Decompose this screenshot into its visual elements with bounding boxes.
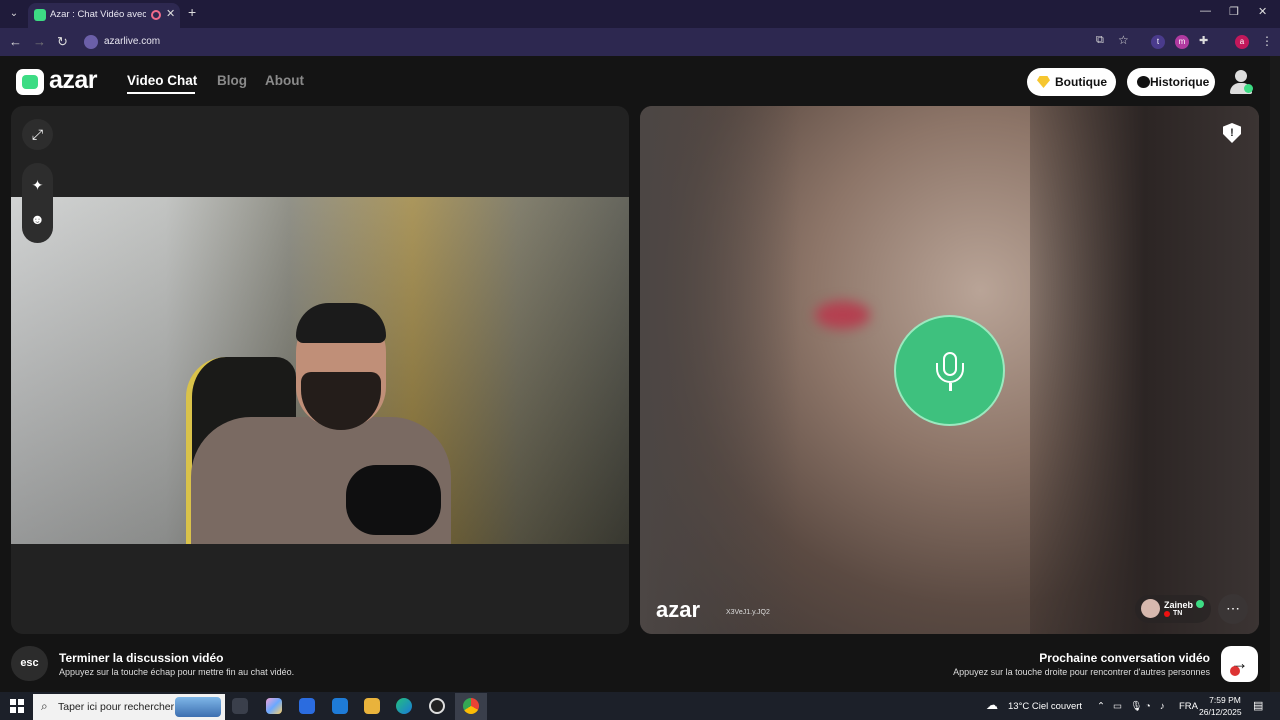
browser-tab-bar: ⌄ Azar : Chat Vidéo avec de n ✕ + — ❐ ✕ bbox=[0, 0, 1280, 28]
azar-logo-icon[interactable] bbox=[16, 69, 44, 95]
country-flag-icon bbox=[1164, 611, 1170, 617]
peer-info-chip[interactable]: Zaineb TN bbox=[1135, 595, 1211, 623]
tab-title: Azar : Chat Vidéo avec de n bbox=[50, 9, 146, 20]
bookmark-star-icon[interactable]: ☆ bbox=[1118, 33, 1129, 47]
nav-blog[interactable]: Blog bbox=[217, 73, 247, 88]
back-icon[interactable]: ← bbox=[9, 34, 22, 49]
taskbar-search[interactable]: ⌕ Taper ici pour rechercher bbox=[33, 694, 225, 720]
next-arrow-button[interactable]: → bbox=[1221, 646, 1258, 682]
network-icon[interactable]: ▭ bbox=[1113, 701, 1122, 712]
search-icon: ⌕ bbox=[41, 699, 48, 713]
user-account-icon[interactable] bbox=[1228, 68, 1254, 96]
tab-close-icon[interactable]: ✕ bbox=[166, 7, 175, 20]
page-scrollbar[interactable] bbox=[1270, 56, 1280, 692]
taskbar-date[interactable]: 26/12/2025 bbox=[1199, 707, 1242, 717]
weather-text[interactable]: 13°C Ciel couvert bbox=[1008, 701, 1082, 712]
window-close-icon[interactable]: ✕ bbox=[1258, 5, 1267, 18]
historique-label: Historique bbox=[1150, 75, 1210, 89]
task-view-icon[interactable] bbox=[232, 698, 248, 714]
reload-icon[interactable]: ↻ bbox=[57, 34, 68, 50]
wifi-icon[interactable]: ◔ bbox=[1145, 701, 1151, 712]
file-explorer-icon[interactable] bbox=[364, 698, 380, 714]
mail-icon[interactable] bbox=[332, 698, 348, 714]
browser-tab[interactable]: Azar : Chat Vidéo avec de n ✕ bbox=[28, 3, 180, 28]
chrome-icon[interactable] bbox=[463, 698, 479, 714]
next-chat-title: Prochaine conversation vidéo bbox=[1039, 651, 1210, 665]
search-placeholder: Taper ici pour rechercher bbox=[58, 701, 175, 713]
tab-search-icon[interactable]: ⌄ bbox=[6, 6, 22, 22]
install-app-icon[interactable]: ⧉ bbox=[1096, 34, 1104, 47]
site-logo-text[interactable]: azar bbox=[49, 66, 98, 95]
extension-m-icon[interactable]: m bbox=[1175, 35, 1189, 49]
nav-active-underline bbox=[127, 92, 195, 94]
omnibox[interactable] bbox=[80, 31, 1140, 53]
nav-video-chat[interactable]: Video Chat bbox=[127, 73, 197, 88]
copilot-icon[interactable] bbox=[266, 698, 282, 714]
url-text[interactable]: azarlive.com bbox=[104, 36, 160, 47]
peer-name: Zaineb bbox=[1164, 600, 1194, 610]
minimize-icon[interactable]: — bbox=[1200, 5, 1211, 17]
azar-favicon-icon bbox=[34, 9, 46, 21]
boutique-button[interactable]: Boutique bbox=[1027, 68, 1116, 96]
recording-icon bbox=[151, 10, 161, 20]
extension-t-icon[interactable]: t bbox=[1151, 35, 1165, 49]
historique-button[interactable]: Historique bbox=[1127, 68, 1215, 96]
extensions-puzzle-icon[interactable]: ✚ bbox=[1199, 34, 1208, 47]
esc-end-button[interactable]: esc bbox=[11, 646, 48, 681]
restore-icon[interactable]: ❐ bbox=[1229, 5, 1239, 18]
taskbar-time[interactable]: 7:59 PM bbox=[1205, 695, 1245, 705]
sparkle-effects-icon[interactable]: ✦ bbox=[22, 177, 53, 194]
mic-tray-icon[interactable]: 🎙 bbox=[1130, 701, 1142, 712]
next-chat-hint: Appuyez sur la touche droite pour rencon… bbox=[953, 667, 1210, 677]
boutique-label: Boutique bbox=[1055, 75, 1107, 89]
face-filter-icon[interactable]: ☻ bbox=[22, 211, 53, 227]
clock-icon bbox=[1137, 76, 1150, 88]
expand-icon[interactable]: ⤢ bbox=[22, 119, 53, 150]
weather-cloud-icon[interactable]: ☁ bbox=[986, 698, 998, 712]
peer-country: TN bbox=[1173, 610, 1183, 617]
microphone-icon[interactable] bbox=[894, 315, 1005, 426]
nav-about[interactable]: About bbox=[265, 73, 304, 88]
effects-toolbar: ✦ ☻ bbox=[22, 163, 53, 243]
cursor-highlight bbox=[1230, 666, 1240, 676]
watermark-logo: azar bbox=[656, 597, 701, 622]
gem-icon bbox=[1037, 76, 1050, 88]
verified-icon bbox=[1196, 600, 1204, 608]
profile-avatar-icon[interactable]: a bbox=[1235, 35, 1249, 49]
obs-icon[interactable] bbox=[429, 698, 445, 714]
peer-avatar bbox=[1141, 599, 1160, 618]
store-icon[interactable] bbox=[299, 698, 315, 714]
search-highlight-image bbox=[175, 697, 221, 717]
language-indicator[interactable]: FRA bbox=[1179, 701, 1198, 712]
volume-icon[interactable]: ♪ bbox=[1160, 701, 1165, 712]
site-info-icon[interactable] bbox=[84, 35, 98, 49]
address-bar: ← → ↻ bbox=[0, 28, 1280, 56]
tray-chevron-icon[interactable]: ⌃ bbox=[1097, 701, 1105, 712]
forward-icon[interactable]: → bbox=[33, 34, 46, 49]
browser-menu-icon[interactable]: ⋮ bbox=[1261, 34, 1273, 48]
new-tab-icon[interactable]: + bbox=[188, 4, 196, 20]
notification-icon[interactable]: ▤ bbox=[1253, 699, 1263, 712]
self-video-panel bbox=[11, 106, 629, 634]
edge-icon[interactable] bbox=[396, 698, 412, 714]
windows-start-icon[interactable] bbox=[10, 699, 24, 713]
self-camera-feed bbox=[11, 197, 629, 544]
end-chat-title: Terminer la discussion vidéo bbox=[59, 651, 224, 665]
end-chat-hint: Appuyez sur la touche échap pour mettre … bbox=[59, 667, 295, 677]
watermark-code: X3VeJ1.y.JQ2 bbox=[726, 609, 770, 616]
chat-bubble-icon[interactable]: ⋯ bbox=[1218, 594, 1248, 624]
